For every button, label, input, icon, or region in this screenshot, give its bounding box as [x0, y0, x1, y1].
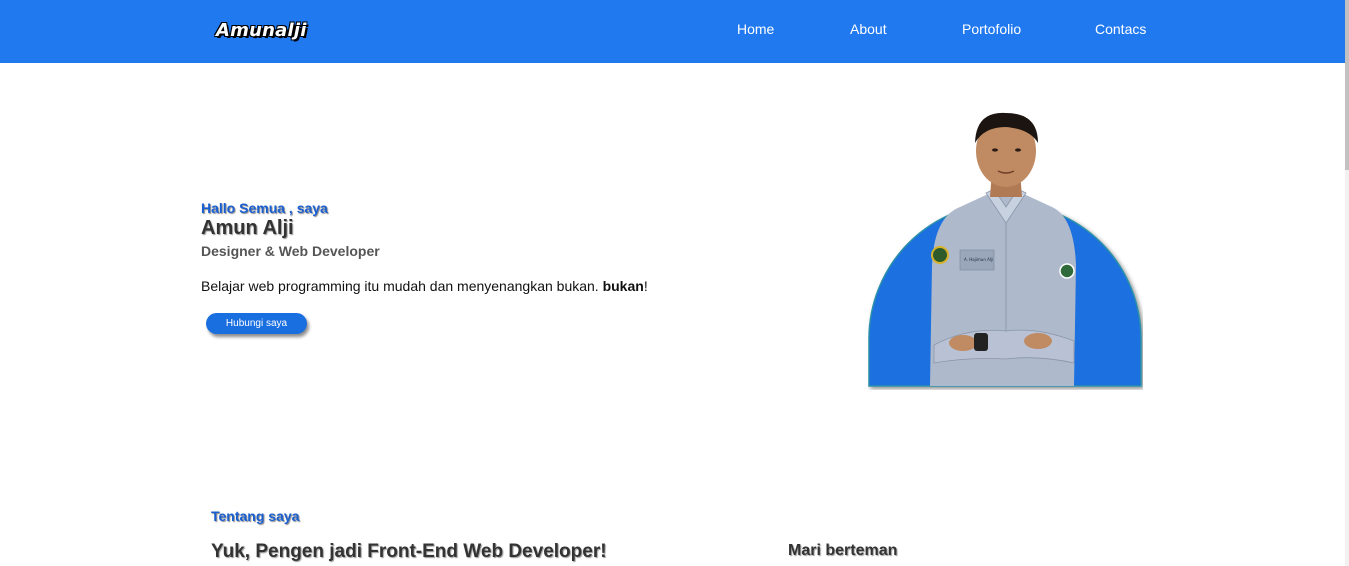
- hero-description-end: !: [643, 278, 648, 294]
- about-side-title: Mari berteman: [788, 542, 898, 559]
- nav-link-about[interactable]: About: [850, 21, 887, 37]
- hero-description: Belajar web programming itu mudah dan me…: [201, 278, 648, 294]
- hero-role: Designer & Web Developer: [201, 243, 380, 259]
- photo-badge-text: A. Hajimun Alji: [964, 257, 993, 262]
- about-title: Yuk, Pengen jadi Front-End Web Developer…: [211, 541, 607, 562]
- hero-description-text: Belajar web programming itu mudah dan me…: [201, 278, 603, 294]
- hero-description-bold: bukan: [602, 278, 644, 294]
- nav-link-contacs[interactable]: Contacs: [1095, 21, 1146, 37]
- profile-photo-illustration: A. Hajimun Alji: [868, 112, 1142, 387]
- hero-greeting: Hallo Semua , saya: [201, 200, 328, 216]
- about-kicker: Tentang saya: [211, 508, 300, 524]
- site-logo[interactable]: Amunalji: [216, 20, 307, 41]
- navbar: Amunalji Home About Portofolio Contacs: [0, 0, 1345, 63]
- page-scrollbar[interactable]: [1345, 0, 1349, 566]
- nav-link-home[interactable]: Home: [737, 21, 774, 37]
- scrollbar-thumb[interactable]: [1345, 0, 1349, 170]
- hero-name: Amun Alji: [201, 217, 294, 239]
- contact-me-button[interactable]: Hubungi saya: [206, 313, 307, 334]
- nav-link-portofolio[interactable]: Portofolio: [962, 21, 1021, 37]
- profile-photo: A. Hajimun Alji: [868, 105, 1143, 390]
